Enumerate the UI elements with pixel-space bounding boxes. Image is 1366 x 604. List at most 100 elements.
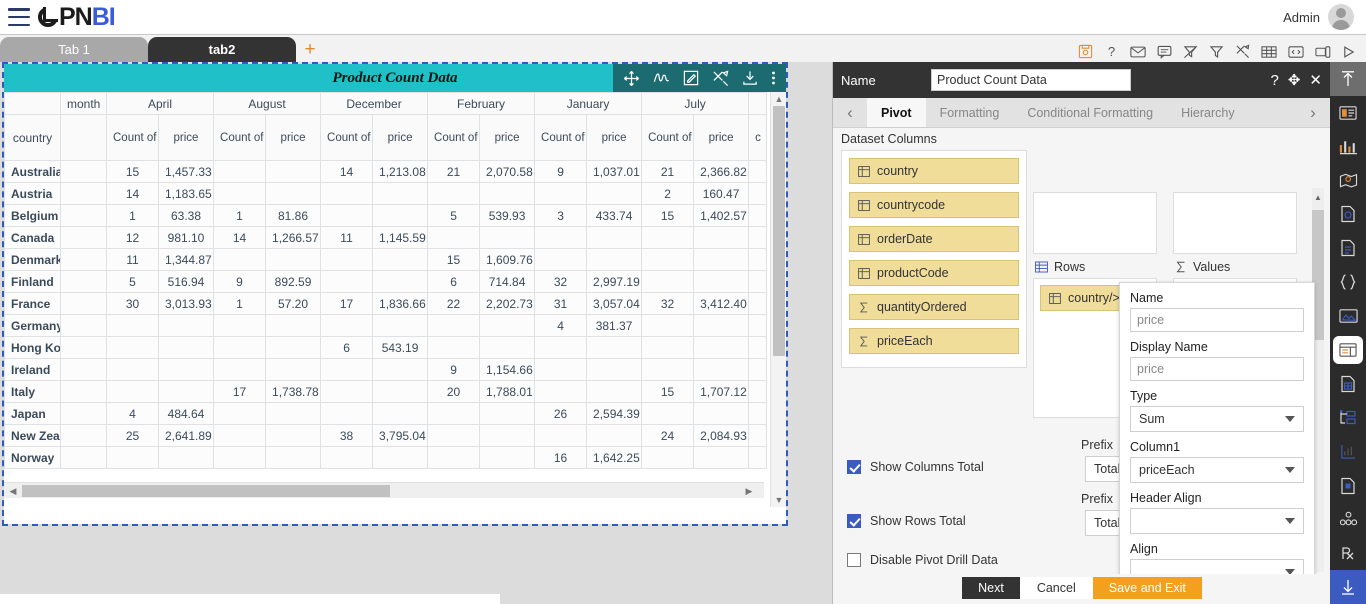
mail-icon[interactable]: [1130, 45, 1146, 59]
value-settings-popup[interactable]: Name Display Name Type Sum Column1 price…: [1119, 282, 1315, 574]
data-cell[interactable]: [693, 248, 750, 271]
data-cell[interactable]: [693, 226, 750, 249]
data-cell[interactable]: [693, 336, 750, 359]
tab-formatting[interactable]: Formatting: [926, 98, 1014, 127]
pivot-measure-count[interactable]: Count of country: [427, 114, 481, 161]
data-cell[interactable]: [534, 380, 588, 403]
data-cell[interactable]: 22: [427, 292, 481, 315]
popup-display-name-input[interactable]: [1130, 357, 1304, 381]
data-cell[interactable]: 1,788.01: [479, 380, 536, 403]
add-tab-button[interactable]: +: [296, 37, 324, 62]
table-row[interactable]: Austria 14 1,183.65 2 160.47: [4, 182, 768, 205]
dataset-column-chip[interactable]: countrycode: [849, 192, 1019, 218]
data-cell[interactable]: 2: [641, 182, 695, 205]
grid-icon[interactable]: [1261, 45, 1277, 59]
data-cell[interactable]: [372, 380, 429, 403]
data-cell[interactable]: 14: [320, 160, 374, 183]
panel-name-input[interactable]: [931, 69, 1131, 91]
data-cell[interactable]: [320, 402, 374, 425]
data-cell[interactable]: 4: [106, 402, 159, 425]
data-cell[interactable]: [213, 424, 267, 447]
dashboard-icon[interactable]: [1330, 96, 1366, 130]
data-cell[interactable]: 1,037.01: [586, 160, 643, 183]
table-vertical-scrollbar[interactable]: ▲ ▼: [770, 92, 786, 507]
data-cell[interactable]: [213, 402, 267, 425]
code-icon[interactable]: [1288, 45, 1304, 59]
row-header-cell[interactable]: Austria: [4, 182, 61, 205]
data-cell[interactable]: 20: [427, 380, 481, 403]
row-header-cell[interactable]: Italy: [4, 380, 61, 403]
table-row[interactable]: Norway 16 1,642.25: [4, 446, 768, 469]
data-cell[interactable]: [106, 446, 159, 469]
data-cell[interactable]: [534, 336, 588, 359]
data-cell[interactable]: 160.47: [693, 182, 750, 205]
row-header-cell[interactable]: Belgium: [4, 204, 61, 227]
data-cell[interactable]: [641, 248, 695, 271]
data-cell[interactable]: [534, 182, 588, 205]
data-cell[interactable]: [320, 446, 374, 469]
data-cell[interactable]: [372, 314, 429, 337]
data-cell[interactable]: 9: [213, 270, 267, 293]
data-cell[interactable]: [641, 402, 695, 425]
pivot-col-dimension[interactable]: month: [60, 92, 107, 115]
table-horizontal-scrollbar[interactable]: ◀ ▶: [4, 482, 764, 498]
data-cell[interactable]: [534, 226, 588, 249]
data-cell[interactable]: 25: [106, 424, 159, 447]
data-cell[interactable]: 57.20: [265, 292, 322, 315]
row-header-cell[interactable]: Germany: [4, 314, 61, 337]
data-cell[interactable]: [213, 182, 267, 205]
data-cell[interactable]: 1,836.66: [372, 292, 429, 315]
help-icon[interactable]: ?: [1104, 44, 1119, 59]
pivot-icon[interactable]: [1333, 335, 1363, 365]
data-cell[interactable]: 1,457.33: [157, 160, 215, 183]
show-columns-total-row[interactable]: Show Columns Total: [847, 460, 984, 474]
row-header-cell[interactable]: New Zealand: [4, 424, 61, 447]
data-cell[interactable]: [372, 248, 429, 271]
data-cell[interactable]: 81.86: [265, 204, 322, 227]
data-cell[interactable]: [372, 270, 429, 293]
table-row[interactable]: France 30 3,013.93 1 57.20 17 1,836.66 22 2,202.…: [4, 292, 768, 315]
data-cell[interactable]: 1,213.08: [372, 160, 429, 183]
data-cell[interactable]: 15: [427, 248, 481, 271]
cluster-icon[interactable]: [1330, 503, 1366, 537]
data-cell[interactable]: 2,070.58: [479, 160, 536, 183]
table-row[interactable]: Finland 5 516.94 9 892.59 6 714.84 32 2,997.19: [4, 270, 768, 293]
data-cell[interactable]: 3,013.93: [157, 292, 215, 315]
pivot-group-august[interactable]: August: [213, 92, 322, 115]
data-cell[interactable]: [372, 402, 429, 425]
scroll-down-arrow[interactable]: ▼: [771, 493, 787, 507]
move-icon[interactable]: [623, 70, 640, 87]
tools-icon[interactable]: [712, 69, 729, 87]
data-cell[interactable]: 1: [106, 204, 159, 227]
document-icon[interactable]: [1330, 231, 1366, 265]
pivot-table[interactable]: month April August December February Jan…: [4, 92, 768, 469]
row-header-cell[interactable]: Japan: [4, 402, 61, 425]
tab-pivot[interactable]: Pivot: [867, 98, 926, 127]
bar-chart-icon[interactable]: [1330, 435, 1366, 469]
data-cell[interactable]: 63.38: [157, 204, 215, 227]
data-cell[interactable]: [320, 270, 374, 293]
table-row[interactable]: Canada 12 981.10 14 1,266.57 11 1,145.59: [4, 226, 768, 249]
data-cell[interactable]: [265, 402, 322, 425]
table-row[interactable]: Italy 17 1,738.78 20 1,788.01 15 1,707.12: [4, 380, 768, 403]
scroll-left-arrow[interactable]: ◀: [6, 483, 20, 499]
more-icon[interactable]: [771, 70, 776, 86]
report-page-icon[interactable]: [1330, 197, 1366, 231]
data-cell[interactable]: [213, 314, 267, 337]
code-braces-icon[interactable]: [1330, 265, 1366, 299]
dataset-column-chip[interactable]: productCode: [849, 260, 1019, 286]
signature-icon[interactable]: [653, 70, 670, 86]
data-cell[interactable]: 5: [427, 204, 481, 227]
move-icon[interactable]: ✥: [1288, 73, 1301, 88]
data-cell[interactable]: [586, 380, 643, 403]
data-cell[interactable]: 32: [641, 292, 695, 315]
data-cell[interactable]: 2,594.39: [586, 402, 643, 425]
menu-icon[interactable]: [8, 8, 30, 26]
tab-hierarchy[interactable]: Hierarchy: [1167, 98, 1249, 127]
data-cell[interactable]: [641, 226, 695, 249]
data-cell[interactable]: [372, 182, 429, 205]
data-cell[interactable]: [320, 314, 374, 337]
data-cell[interactable]: [586, 248, 643, 271]
data-cell[interactable]: [320, 182, 374, 205]
values-dropzone-top[interactable]: [1173, 192, 1297, 254]
